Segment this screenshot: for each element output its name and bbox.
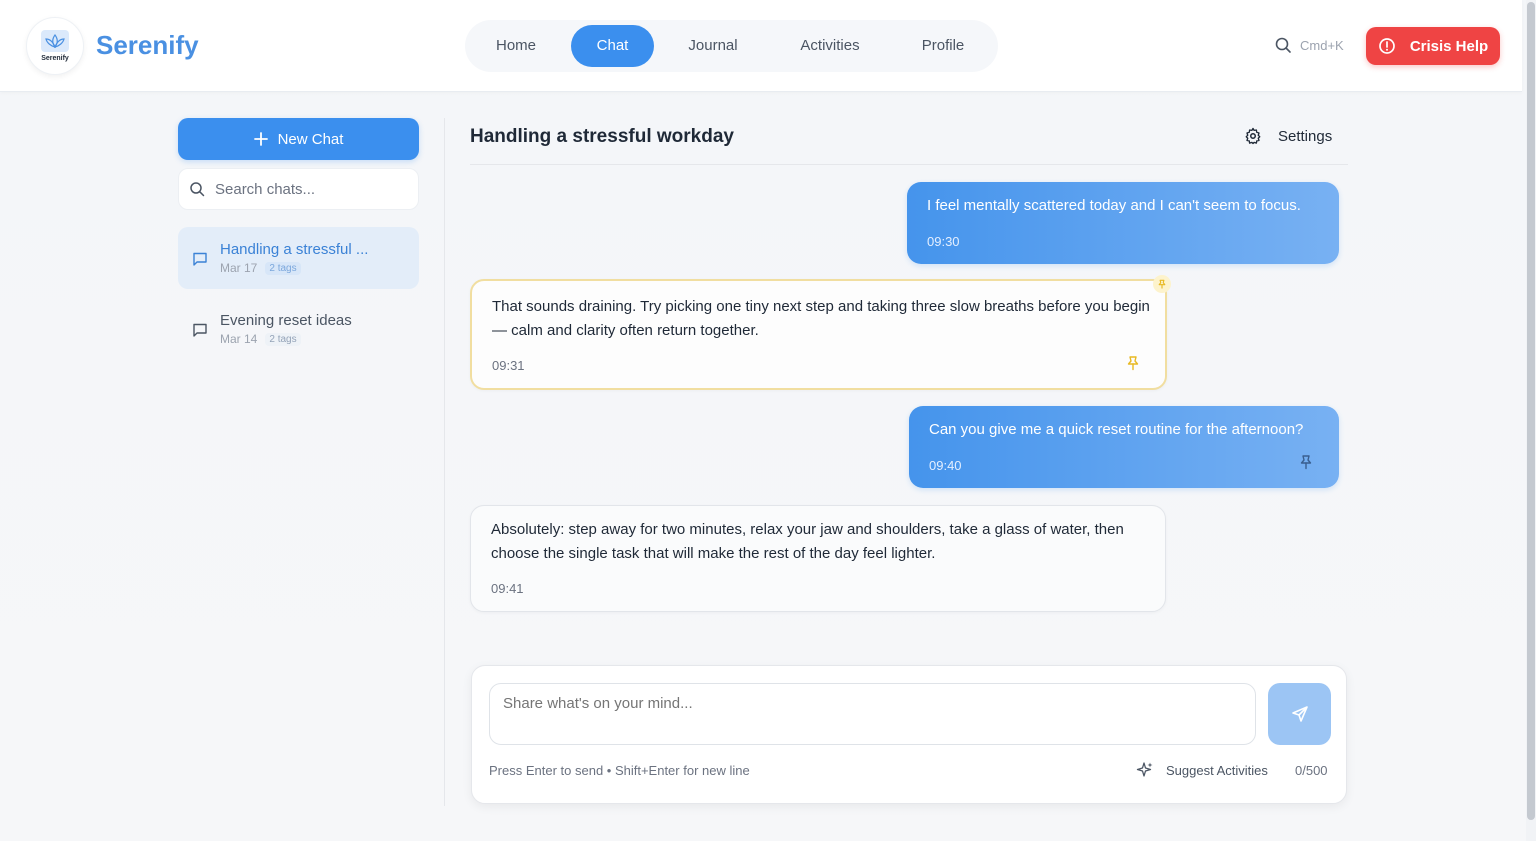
- pin-icon[interactable]: [1125, 355, 1141, 371]
- send-button[interactable]: [1268, 683, 1331, 745]
- logo-text: Serenify: [41, 55, 69, 62]
- chat-tags-badge: 2 tags: [265, 332, 301, 346]
- new-chat-label: New Chat: [277, 130, 344, 148]
- search-chats-placeholder: Search chats...: [215, 180, 316, 198]
- chat-title: Evening reset ideas: [220, 312, 352, 329]
- top-header: Serenify Serenify Home Chat Journal Acti…: [0, 0, 1522, 92]
- chat-meta: Mar 14 2 tags: [220, 332, 301, 346]
- message-time: 09:40: [929, 458, 962, 473]
- scrollbar-thumb[interactable]: [1527, 2, 1535, 820]
- header-divider: [470, 164, 1348, 165]
- message-square-icon: [193, 252, 207, 266]
- message-time: 09:31: [492, 358, 525, 373]
- nav-journal[interactable]: Journal: [671, 25, 755, 67]
- pinned-badge: [1153, 275, 1171, 293]
- new-chat-button[interactable]: New Chat: [178, 118, 419, 160]
- chat-title: Handling a stressful ...: [220, 241, 369, 258]
- search-icon: [190, 182, 205, 197]
- logo[interactable]: Serenify: [26, 17, 84, 75]
- crisis-help-button[interactable]: Crisis Help: [1366, 27, 1500, 65]
- message-time: 09:41: [491, 581, 524, 596]
- user-message[interactable]: Can you give me a quick reset routine fo…: [909, 406, 1339, 488]
- crisis-help-label: Crisis Help: [1409, 37, 1489, 55]
- message-text: That sounds draining. Try picking one ti…: [492, 298, 1150, 339]
- send-icon: [1291, 706, 1308, 722]
- search-shortcut-label: Cmd+K: [1300, 37, 1344, 53]
- user-message[interactable]: I feel mentally scattered today and I ca…: [907, 182, 1339, 264]
- character-counter: 0/500: [1295, 763, 1328, 778]
- message-text: Can you give me a quick reset routine fo…: [929, 421, 1304, 438]
- message-square-icon: [193, 323, 207, 337]
- nav-activities[interactable]: Activities: [783, 25, 877, 67]
- assistant-message[interactable]: Absolutely: step away for two minutes, r…: [470, 505, 1166, 612]
- lotus-icon: [41, 30, 69, 52]
- message-text: Absolutely: step away for two minutes, r…: [491, 521, 1124, 562]
- chat-meta: Mar 17 2 tags: [220, 261, 301, 275]
- pin-icon[interactable]: [1298, 454, 1314, 470]
- chat-date: Mar 14: [220, 332, 258, 346]
- conversation-title: Handling a stressful workday: [470, 126, 734, 147]
- chat-list-item[interactable]: Handling a stressful ... Mar 17 2 tags: [178, 227, 419, 289]
- sparkles-icon: [1136, 762, 1153, 777]
- page-scrollbar[interactable]: [1526, 0, 1536, 841]
- chat-date: Mar 17: [220, 261, 258, 275]
- brand-name[interactable]: Serenify: [96, 30, 199, 61]
- settings-button[interactable]: Settings: [1244, 127, 1332, 145]
- message-composer: Press Enter to send • Shift+Enter for ne…: [471, 665, 1347, 804]
- message-time: 09:30: [927, 234, 960, 249]
- sidebar-divider: [444, 118, 445, 806]
- suggest-activities-label: Suggest Activities: [1166, 762, 1268, 778]
- gear-icon: [1245, 127, 1261, 145]
- nav-home[interactable]: Home: [479, 25, 553, 67]
- search-chats-field[interactable]: Search chats...: [178, 168, 419, 210]
- pin-icon: [1158, 279, 1166, 289]
- global-search[interactable]: Cmd+K: [1274, 36, 1344, 54]
- message-input[interactable]: [489, 683, 1256, 745]
- plus-icon: [253, 132, 268, 146]
- nav-profile[interactable]: Profile: [905, 25, 981, 67]
- suggest-activities-button[interactable]: Suggest Activities: [1136, 761, 1268, 779]
- search-icon: [1275, 37, 1291, 53]
- main-nav: Home Chat Journal Activities Profile: [465, 20, 998, 72]
- message-text: I feel mentally scattered today and I ca…: [927, 197, 1301, 214]
- nav-chat[interactable]: Chat: [571, 25, 654, 67]
- alert-circle-icon: [1378, 38, 1395, 54]
- assistant-message[interactable]: That sounds draining. Try picking one ti…: [470, 279, 1167, 390]
- chat-list-item[interactable]: Evening reset ideas Mar 14 2 tags: [178, 298, 419, 360]
- chat-tags-badge: 2 tags: [265, 261, 301, 275]
- settings-label: Settings: [1278, 127, 1333, 145]
- composer-hint: Press Enter to send • Shift+Enter for ne…: [489, 763, 750, 778]
